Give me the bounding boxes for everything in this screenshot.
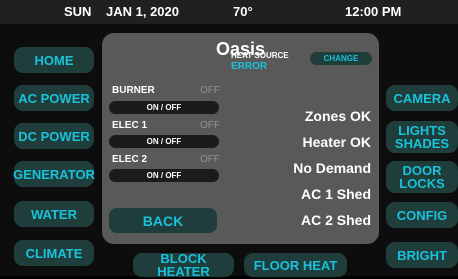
nav-bright-button[interactable]: BRIGHT [386, 242, 458, 268]
elec2-toggle-button[interactable]: ON / OFF [109, 169, 219, 182]
status-bar: SUN JAN 1, 2020 70° 12:00 PM [0, 0, 458, 24]
status-day: SUN [64, 4, 92, 19]
oasis-panel: Oasis BURNER OFF ON / OFF ELEC 1 OFF ON … [102, 33, 379, 244]
burner-toggle-button[interactable]: ON / OFF [109, 101, 219, 114]
elec2-state: OFF [200, 154, 220, 165]
status-date: JAN 1, 2020 [106, 4, 179, 19]
status-zones: Zones OK [304, 108, 371, 124]
status-demand: No Demand [293, 160, 371, 176]
nav-climate-button[interactable]: CLIMATE [14, 240, 94, 266]
heat-source-label: HEAT SOURCE [231, 51, 289, 60]
elec2-label: ELEC 2 [112, 154, 148, 165]
nav-ac-power-button[interactable]: AC POWER [14, 85, 94, 111]
status-heater: Heater OK [302, 134, 371, 150]
burner-label: BURNER [112, 85, 155, 96]
change-button[interactable]: CHANGE [310, 52, 372, 65]
heat-source-value: ERROR [231, 61, 268, 72]
nav-home-button[interactable]: HOME [14, 47, 94, 73]
nav-block-heater-button[interactable]: BLOCK HEATER [133, 252, 234, 278]
status-ac1-shed: AC 1 Shed [300, 186, 371, 202]
nav-generator-button[interactable]: GENERATOR [13, 161, 95, 187]
burner-state: OFF [200, 85, 220, 96]
nav-floor-heat-button[interactable]: FLOOR HEAT [244, 253, 347, 277]
status-temperature: 70° [233, 4, 253, 19]
back-button[interactable]: BACK [109, 208, 217, 233]
nav-camera-button[interactable]: CAMERA [386, 85, 458, 111]
nav-lights-shades-button[interactable]: LIGHTS SHADES [386, 121, 458, 153]
elec1-label: ELEC 1 [112, 120, 148, 131]
nav-door-locks-button[interactable]: DOOR LOCKS [386, 161, 458, 193]
nav-water-button[interactable]: WATER [14, 201, 94, 227]
nav-dc-power-button[interactable]: DC POWER [14, 123, 94, 149]
elec1-toggle-button[interactable]: ON / OFF [109, 135, 219, 148]
elec1-state: OFF [200, 120, 220, 131]
nav-config-button[interactable]: CONFIG [386, 202, 458, 228]
status-time: 12:00 PM [345, 4, 402, 19]
status-ac2-shed: AC 2 Shed [300, 212, 371, 228]
